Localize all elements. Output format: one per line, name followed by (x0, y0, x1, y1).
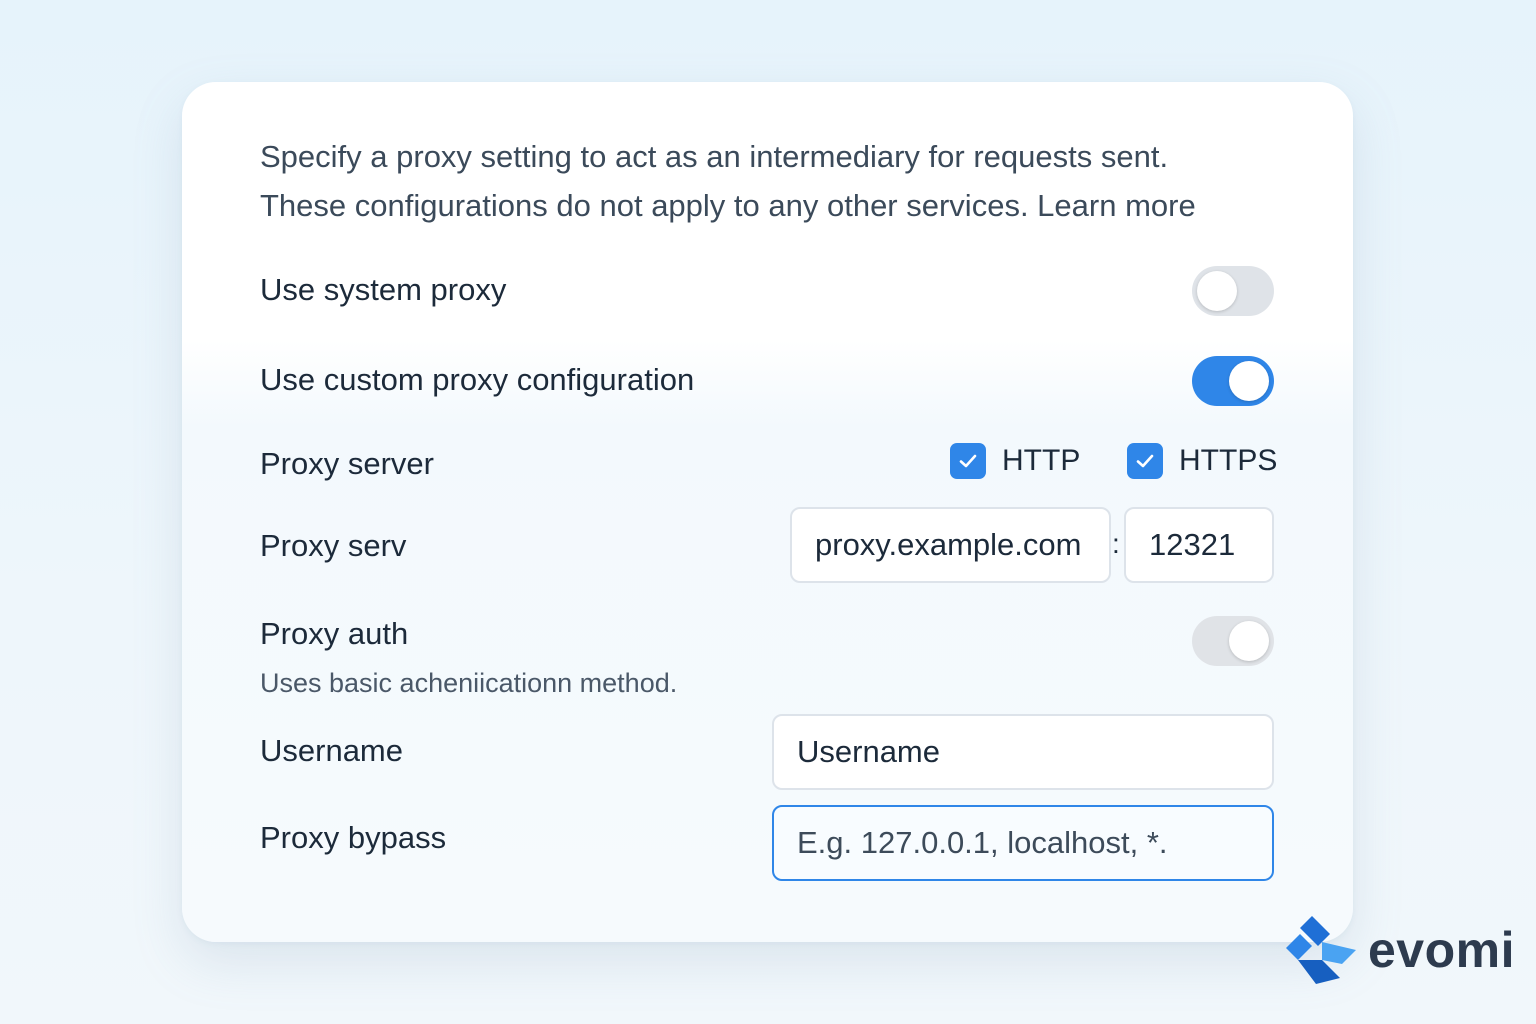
toggle-knob (1229, 361, 1269, 401)
proxy-host-input[interactable]: proxy.example.com (790, 507, 1111, 583)
brand-logo: evomi (1282, 914, 1515, 986)
proxy-host-value: proxy.example.com (815, 527, 1082, 562)
toggle-knob (1229, 621, 1269, 661)
brand-name: evomi (1368, 922, 1516, 978)
proxy-bypass-placeholder: E.g. 127.0.0.1, localhost, *. (797, 825, 1168, 860)
host-port-separator: : (1112, 528, 1120, 559)
custom-proxy-label: Use custom proxy configuration (260, 362, 695, 397)
http-label: HTTP (1002, 444, 1081, 477)
proxy-port-input[interactable]: 12321 (1124, 507, 1274, 583)
checkmark-icon (959, 454, 977, 468)
username-input[interactable]: Username (772, 714, 1274, 790)
toggle-knob (1197, 271, 1237, 311)
proxy-bypass-input[interactable]: E.g. 127.0.0.1, localhost, *. (772, 805, 1274, 881)
checkmark-icon (1136, 454, 1154, 468)
http-checkbox-group[interactable]: HTTP (950, 443, 1080, 479)
https-checkbox[interactable] (1127, 443, 1163, 479)
proxy-server-label: Proxy server (260, 446, 434, 481)
proxy-auth-toggle[interactable] (1192, 616, 1274, 666)
intro-line-2: These configurations do not apply to any… (260, 188, 1196, 223)
intro-text: Specify a proxy setting to act as an int… (260, 132, 1270, 230)
evomi-logo-icon (1286, 916, 1356, 984)
proxy-auth-description: Uses basic acheniicationn method. (260, 668, 678, 698)
https-checkbox-group[interactable]: HTTPS (1127, 443, 1277, 479)
proxy-auth-label: Proxy auth (260, 616, 409, 651)
proxy-bypass-label: Proxy bypass (260, 820, 447, 855)
intro-line-1: Specify a proxy setting to act as an int… (260, 139, 1169, 174)
custom-proxy-toggle[interactable] (1192, 356, 1274, 406)
proxy-address-label: Proxy serv (260, 528, 407, 563)
https-label: HTTPS (1179, 444, 1278, 477)
username-placeholder: Username (797, 734, 940, 769)
proxy-port-value: 12321 (1149, 527, 1236, 562)
system-proxy-toggle[interactable] (1192, 266, 1274, 316)
username-label: Username (260, 733, 403, 768)
system-proxy-label: Use system proxy (260, 272, 507, 307)
http-checkbox[interactable] (950, 443, 986, 479)
